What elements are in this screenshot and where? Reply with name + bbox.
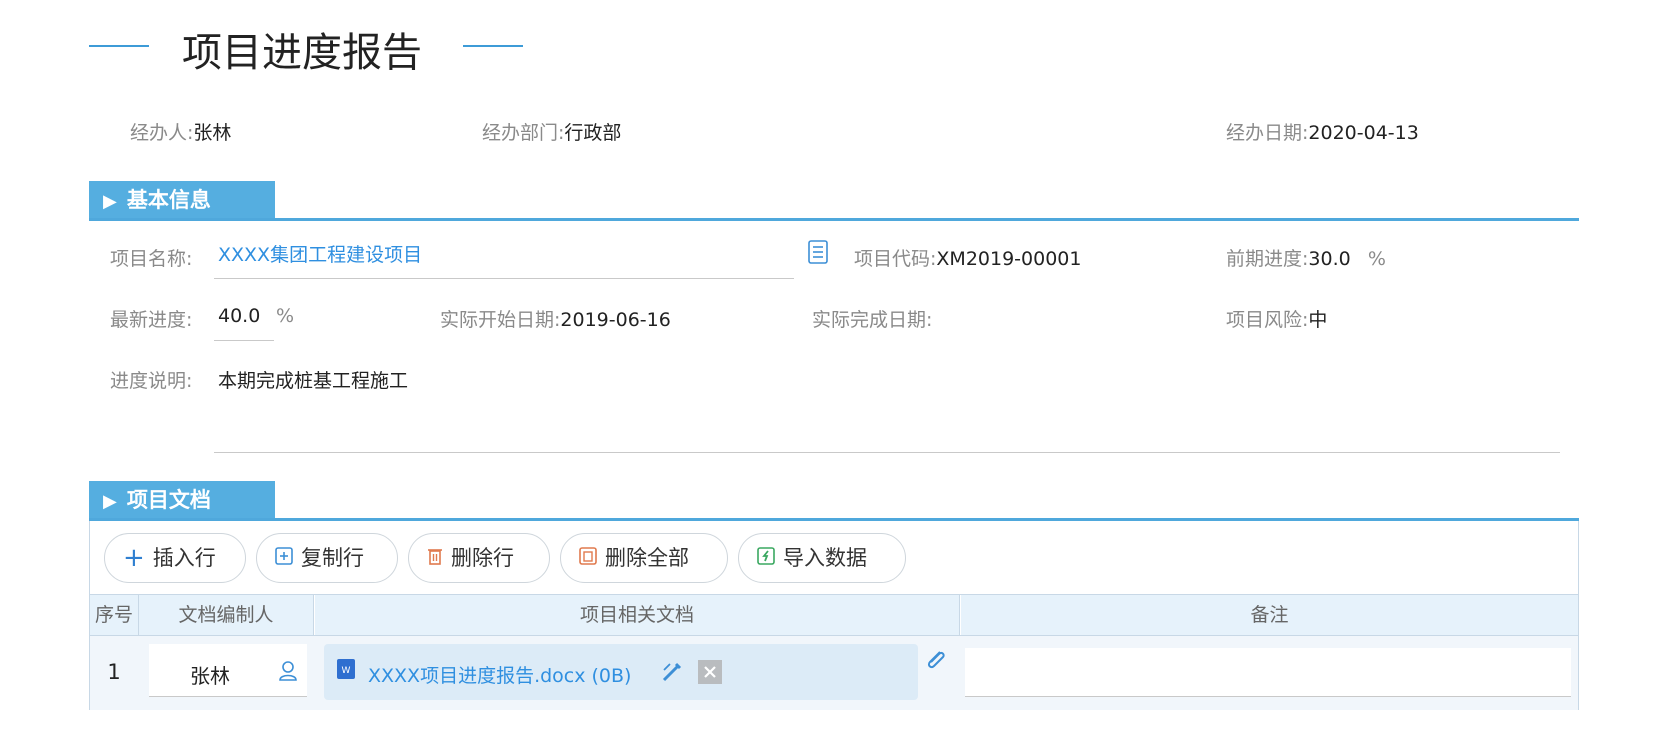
row-number: 1 [107,660,121,684]
actual-start-label: 实际开始日期: [440,309,561,331]
document-link[interactable]: XXXX项目进度报告.docx (0B) [368,661,631,688]
latest-progress-label: 最新进度: [110,309,193,331]
col-header-note: 备注 [961,595,1578,635]
attachment-icon[interactable] [922,646,948,674]
meta-dept: 经办部门:行政部 [482,118,621,145]
handler-label: 经办人: [130,122,194,144]
project-name-underline [214,278,794,279]
title-left-line [89,45,149,47]
note-underline [965,696,1571,697]
date-value: 2020-04-13 [1308,122,1419,144]
prev-progress-label: 前期进度: [1226,248,1309,270]
section-docs-title: 项目文档 [126,488,211,512]
svg-text:W: W [342,666,351,676]
meta-date: 经办日期:2020-04-13 [1226,118,1419,145]
edit-document-icon[interactable] [660,660,684,684]
list-picker-icon[interactable] [808,240,828,264]
col-header-author: 文档编制人 [139,595,313,635]
import-icon [757,533,775,583]
delete-row-button[interactable]: 删除行 [408,533,550,583]
section-basic-title: 基本信息 [126,188,211,212]
delete-row-label: 删除行 [451,546,514,570]
project-code-value: XM2019-00001 [936,248,1082,270]
project-name-label: 项目名称: [110,248,193,270]
copy-row-label: 复制行 [301,546,364,570]
project-code-label: 项目代码: [854,248,937,270]
section-docs-rule [89,518,1579,521]
actual-end-label: 实际完成日期: [812,309,933,331]
date-label: 经办日期: [1226,122,1309,144]
desc-label: 进度说明: [110,370,193,392]
handler-value: 张林 [193,122,232,144]
dept-label: 经办部门: [482,122,565,144]
risk-label: 项目风险: [1226,309,1309,331]
risk-value: 中 [1308,309,1328,331]
actual-start-value: 2019-06-16 [560,309,671,331]
section-basic-tab[interactable]: ▶ 基本信息 [89,181,275,219]
copy-icon [275,533,293,583]
meta-handler: 经办人:张林 [130,118,231,145]
project-name-value[interactable]: XXXX集团工程建设项目 [218,240,422,267]
trash-icon [427,533,443,583]
prev-progress-unit: % [1367,248,1386,270]
latest-progress-underline [214,340,274,341]
title-right-line [463,45,523,47]
plus-icon: + [123,543,145,573]
latest-progress-unit: % [276,305,295,327]
project-code: 项目代码:XM2019-00001 [854,244,1081,271]
prev-progress: 前期进度:30.0 % [1226,244,1386,271]
project-risk: 项目风险:中 [1226,305,1327,332]
col-header-document: 项目相关文档 [315,595,959,635]
import-data-label: 导入数据 [783,546,867,570]
section-basic-rule [89,218,1579,221]
triangle-right-icon: ▶ [103,491,117,512]
delete-all-label: 删除全部 [605,546,689,570]
author-underline [149,696,307,697]
trash-all-icon [579,533,597,583]
triangle-right-icon: ▶ [103,191,117,212]
copy-row-button[interactable]: 复制行 [256,533,398,583]
delete-all-button[interactable]: 删除全部 [560,533,728,583]
grid-right-border [1578,521,1579,710]
col-header-no: 序号 [90,595,138,635]
insert-row-label: 插入行 [152,546,216,570]
latest-progress-value[interactable]: 40.0 [218,305,260,327]
desc-value[interactable]: 本期完成桩基工程施工 [218,366,408,393]
page-title: 项目进度报告 [182,30,422,76]
user-picker-icon[interactable] [278,660,298,682]
prev-progress-value: 30.0 [1308,248,1351,270]
remove-document-icon[interactable] [698,660,722,684]
word-file-icon: W [337,659,355,679]
desc-underline [214,452,1560,453]
import-data-button[interactable]: 导入数据 [738,533,906,583]
note-input[interactable] [965,648,1571,696]
section-docs-tab[interactable]: ▶ 项目文档 [89,481,275,519]
insert-row-button[interactable]: + 插入行 [104,533,246,583]
author-value: 张林 [190,664,230,688]
actual-start: 实际开始日期:2019-06-16 [440,305,671,332]
dept-value: 行政部 [564,122,622,144]
